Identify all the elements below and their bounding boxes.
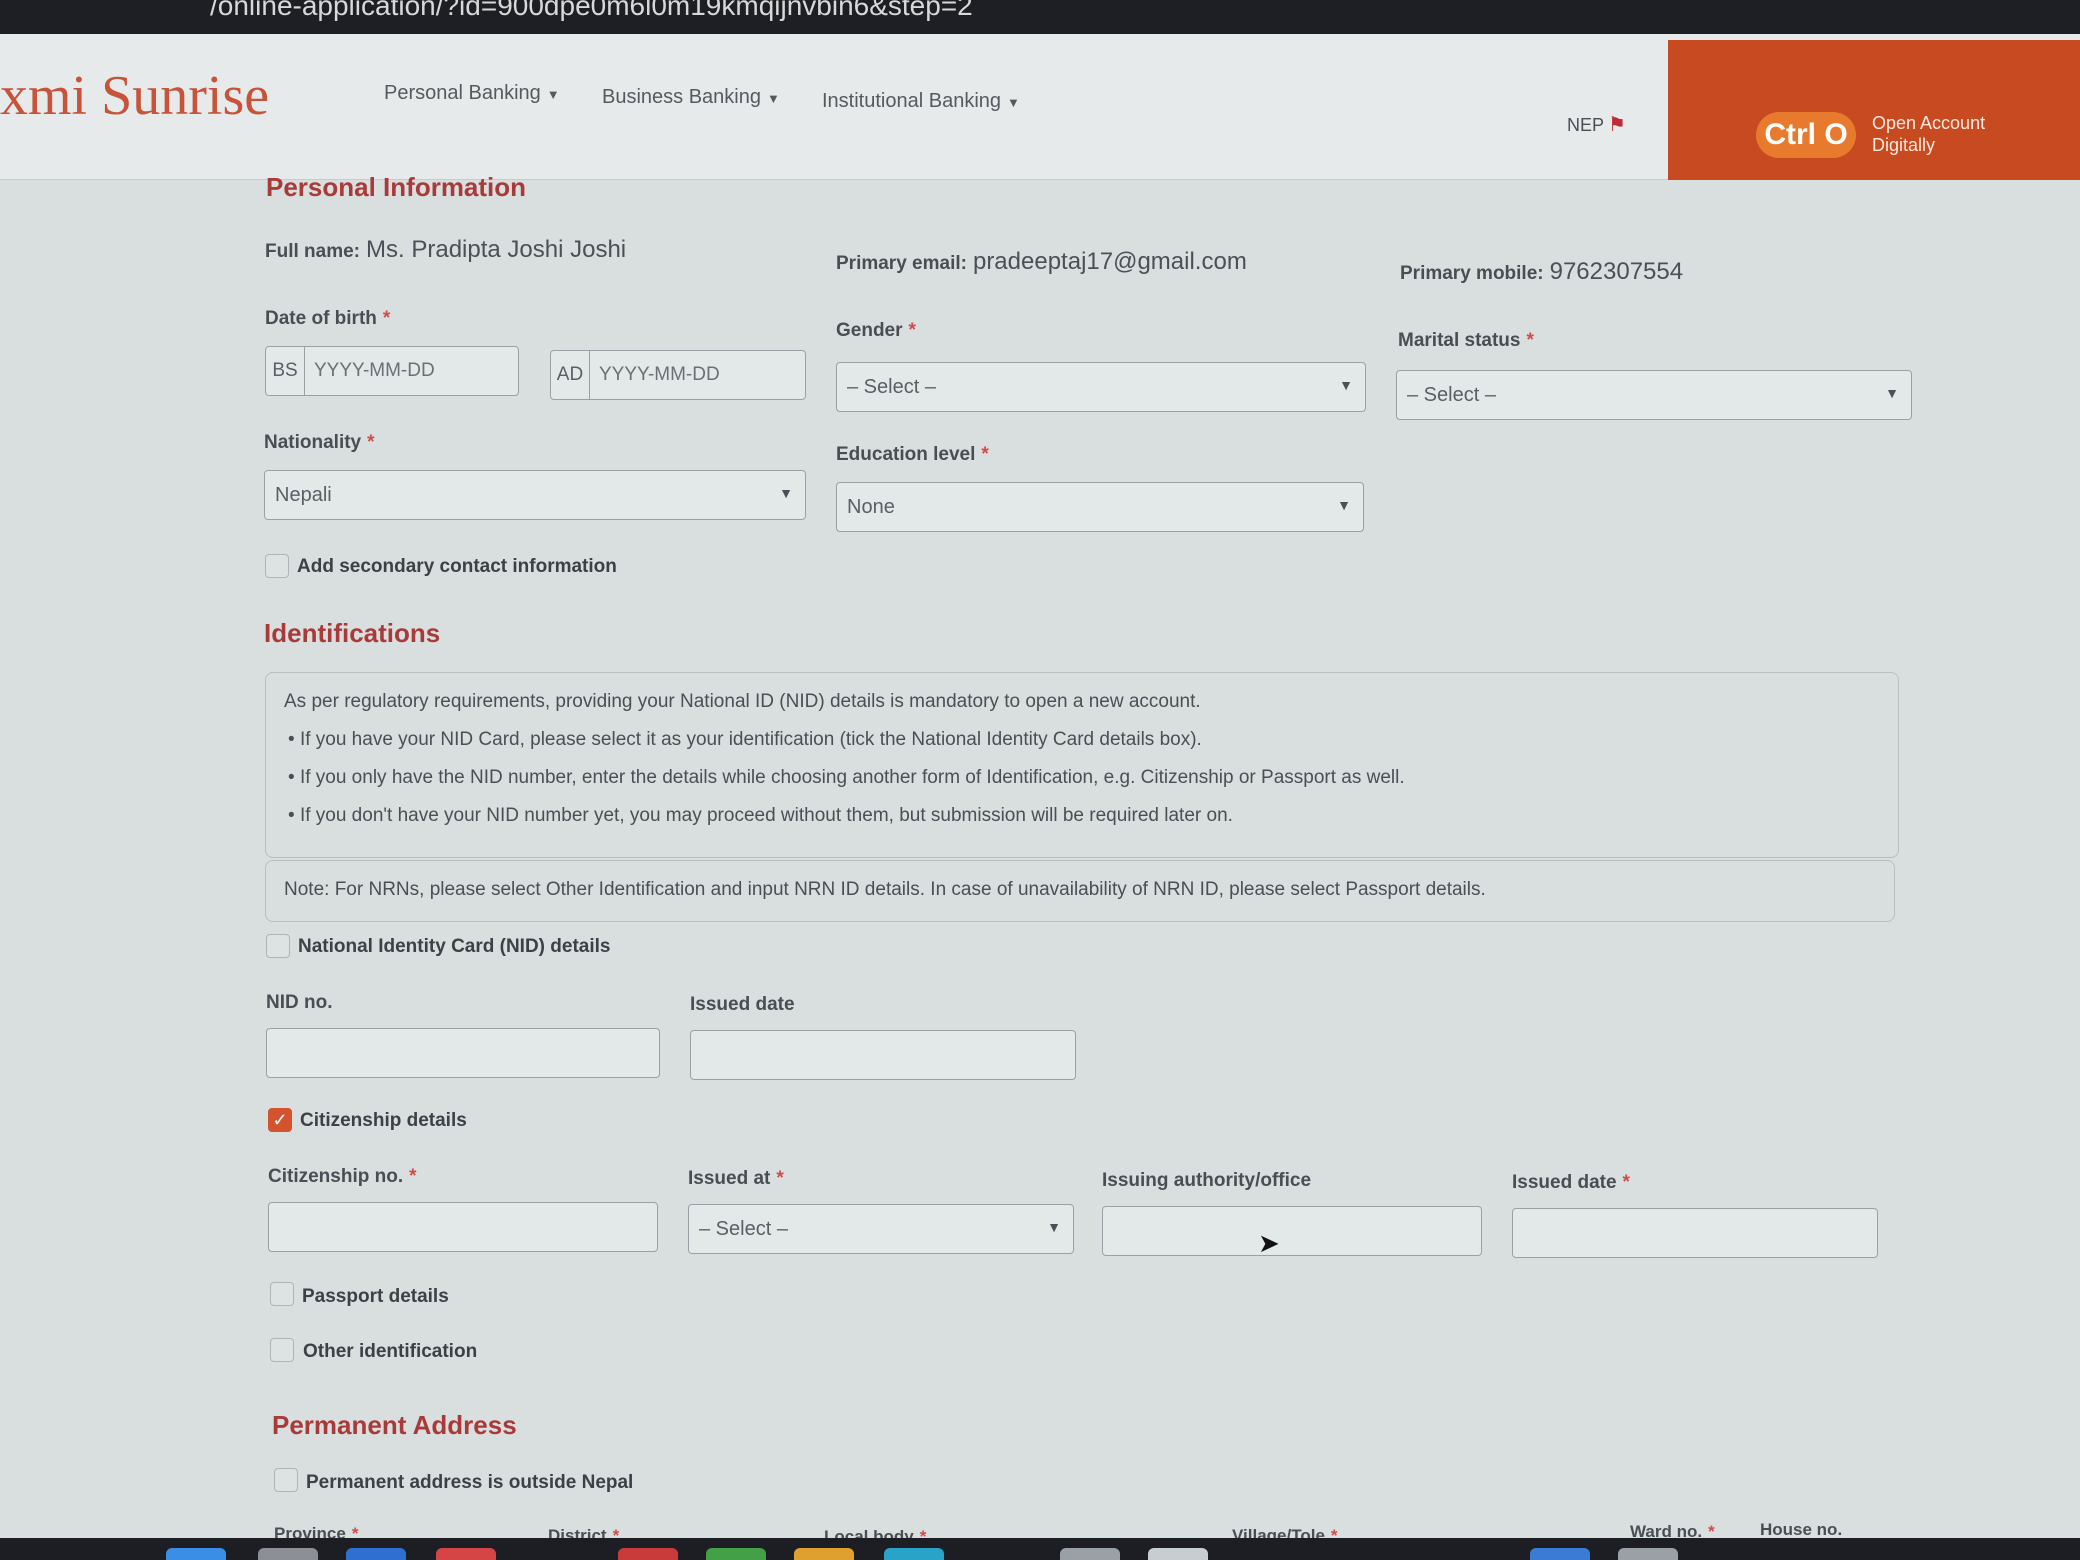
bank-logo[interactable]: xmi Sunrise (0, 64, 269, 128)
nationality-label: Nationality * (264, 432, 375, 453)
nav-personal-banking[interactable]: Personal Banking ▼ (384, 82, 560, 105)
dock-app-icon[interactable] (1148, 1548, 1208, 1560)
dock-app-icon[interactable] (1060, 1548, 1120, 1560)
open-account-banner[interactable]: Ctrl O Open Account Digitally (1668, 40, 2080, 180)
language-switch[interactable]: NEP ⚑ (1567, 112, 1626, 137)
dock-app-icon[interactable] (346, 1548, 406, 1560)
marital-status-label: Marital status * (1398, 330, 1534, 351)
outside-nepal-checkbox[interactable] (274, 1468, 298, 1492)
citizenship-no-input[interactable] (268, 1202, 658, 1252)
dob-bs-input[interactable]: BS YYYY-MM-DD (265, 346, 519, 396)
nav-institutional-banking[interactable]: Institutional Banking ▼ (822, 90, 1020, 113)
chevron-down-icon: ▼ (766, 91, 780, 106)
passport-checkbox[interactable] (270, 1282, 294, 1306)
citizenship-issued-date-label: Issued date * (1512, 1172, 1630, 1193)
chevron-down-icon: ▼ (546, 87, 560, 102)
browser-url-bar[interactable]: /online-application/?id=900dpe0m6l0m19km… (0, 0, 2080, 34)
dock-app-icon[interactable] (436, 1548, 496, 1560)
issued-at-select[interactable]: – Select – ▼ (688, 1204, 1074, 1254)
gender-select[interactable]: – Select – ▼ (836, 362, 1366, 412)
dock-app-icon[interactable] (618, 1548, 678, 1560)
outside-nepal-label[interactable]: Permanent address is outside Nepal (306, 1472, 633, 1494)
mouse-cursor-icon: ➤ (1258, 1228, 1280, 1258)
dock-app-icon[interactable] (884, 1548, 944, 1560)
identifications-title: Identifications (264, 618, 441, 648)
issuing-authority-input[interactable] (1102, 1206, 1482, 1256)
dock-app-icon[interactable] (794, 1548, 854, 1560)
citizenship-issued-date-input[interactable] (1512, 1208, 1878, 1258)
nationality-select[interactable]: Nepali ▼ (264, 470, 806, 520)
house-no-label: House no. (1760, 1520, 1843, 1539)
citizenship-checkbox[interactable]: ✓ (268, 1108, 292, 1132)
ad-prefix: AD (551, 351, 590, 399)
bs-prefix: BS (266, 347, 305, 395)
other-identification-checkbox[interactable] (270, 1338, 294, 1362)
full-name: Full name: Ms. Pradipta Joshi Joshi (265, 236, 627, 263)
citizenship-checkbox-label[interactable]: Citizenship details (300, 1110, 467, 1132)
education-label: Education level * (836, 444, 989, 465)
secondary-contact-label[interactable]: Add secondary contact information (297, 556, 617, 578)
dock-app-icon[interactable] (166, 1548, 226, 1560)
other-identification-label[interactable]: Other identification (303, 1341, 477, 1363)
dob-ad-input[interactable]: AD YYYY-MM-DD (550, 350, 806, 400)
primary-email: Primary email: pradeeptaj17@gmail.com (836, 248, 1247, 275)
dock-app-icon[interactable] (706, 1548, 766, 1560)
personal-info-title: Personal Information (266, 172, 527, 202)
education-select[interactable]: None ▼ (836, 482, 1364, 532)
secondary-contact-checkbox[interactable] (265, 554, 289, 578)
caret-down-icon: ▼ (1339, 377, 1353, 393)
nav-business-banking[interactable]: Business Banking ▼ (602, 86, 780, 109)
issuing-authority-label: Issuing authority/office (1102, 1170, 1312, 1191)
nid-info-box: As per regulatory requirements, providin… (265, 672, 1899, 858)
nid-checkbox[interactable] (266, 934, 290, 958)
caret-down-icon: ▼ (1337, 497, 1351, 513)
issued-at-label: Issued at * (688, 1168, 784, 1189)
open-account-text: Open Account Digitally (1872, 113, 1986, 155)
citizenship-no-label: Citizenship no. * (268, 1166, 417, 1187)
ctrl-o-badge: Ctrl O (1756, 112, 1856, 158)
chevron-down-icon: ▼ (1007, 95, 1020, 110)
nid-no-label: NID no. (266, 992, 333, 1013)
dock-app-icon[interactable] (1618, 1548, 1678, 1560)
nid-issued-date-label: Issued date (690, 994, 795, 1015)
dock-app-icon[interactable] (258, 1548, 318, 1560)
nrn-note-box: Note: For NRNs, please select Other Iden… (265, 860, 1895, 922)
nid-no-input[interactable] (266, 1028, 660, 1078)
nid-checkbox-label[interactable]: National Identity Card (NID) details (298, 936, 610, 958)
permanent-address-title: Permanent Address (272, 1410, 517, 1440)
marital-status-select[interactable]: – Select – ▼ (1396, 370, 1912, 420)
nepal-flag-icon: ⚑ (1608, 114, 1626, 136)
gender-label: Gender * (836, 320, 916, 341)
nid-issued-date-input[interactable] (690, 1030, 1076, 1080)
caret-down-icon: ▼ (1885, 385, 1899, 401)
primary-mobile: Primary mobile: 9762307554 (1400, 258, 1684, 285)
url-text: /online-application/?id=900dpe0m6l0m19km… (210, 0, 973, 21)
passport-checkbox-label[interactable]: Passport details (302, 1286, 449, 1308)
caret-down-icon: ▼ (1047, 1219, 1061, 1235)
caret-down-icon: ▼ (779, 485, 793, 501)
dock-app-icon[interactable] (1530, 1548, 1590, 1560)
dob-label: Date of birth * (265, 308, 391, 329)
